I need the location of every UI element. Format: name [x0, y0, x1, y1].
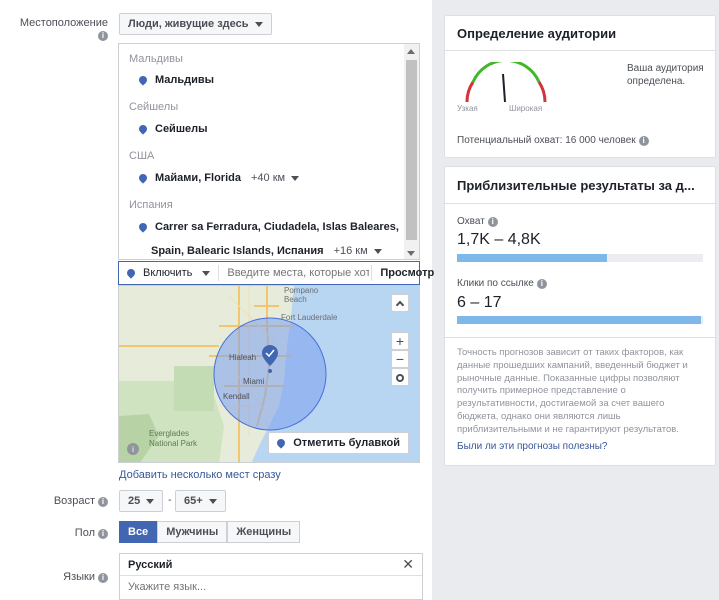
card-title: Приблизительные результаты за д... — [457, 178, 695, 193]
potential-reach: Потенциальный охват: 16 000 человек i — [457, 135, 649, 146]
info-icon[interactable]: i — [98, 529, 108, 539]
location-list[interactable]: Мальдивы Мальдивы Сейшелы Сейшелы США Ма… — [118, 43, 420, 260]
browse-button[interactable]: Просмотр — [371, 265, 434, 281]
zoom-in-button[interactable]: + — [391, 332, 409, 350]
info-icon[interactable]: i — [536, 279, 547, 289]
location-search-input[interactable] — [225, 266, 372, 280]
age-separator: - — [168, 494, 172, 506]
include-dropdown[interactable]: Включить — [119, 265, 220, 281]
reach-value: 1,7K – 4,8K — [457, 231, 541, 248]
gender-selector: Все Мужчины Женщины — [119, 521, 301, 543]
location-type-dropdown[interactable]: Люди, живущие здесь — [119, 13, 272, 35]
map-label: National Park — [149, 439, 198, 448]
svg-text:i: i — [132, 445, 134, 454]
age-label: Возраст i — [8, 495, 108, 507]
map-pin-icon — [125, 267, 137, 279]
country-header: США — [129, 150, 155, 162]
map-pin-icon — [137, 123, 149, 135]
audience-status: Ваша аудитория определена. — [627, 63, 704, 87]
location-item[interactable]: Сейшелы — [137, 123, 208, 135]
map-collapse-button[interactable] — [391, 294, 409, 312]
clicks-label: Клики по ссылке i — [457, 278, 547, 289]
chevron-down-icon — [291, 175, 300, 181]
add-bulk-locations-link[interactable]: Добавить несколько мест сразу — [119, 469, 281, 481]
map[interactable]: i Pompano Beach Fort Lauderdale Hialeah … — [118, 285, 420, 463]
map-pin-icon — [275, 437, 287, 449]
disclaimer-text: Точность прогнозов зависит от таких факт… — [457, 347, 688, 435]
map-pin-icon — [137, 221, 149, 233]
scrollbar[interactable] — [404, 44, 419, 259]
map-label: Hialeah — [229, 353, 257, 362]
age-to-dropdown[interactable]: 65+ — [175, 490, 226, 512]
scroll-down-arrow[interactable] — [407, 251, 415, 256]
card-title: Определение аудитории — [457, 26, 617, 41]
location-type-value: Люди, живущие здесь — [128, 18, 249, 30]
scroll-up-arrow[interactable] — [407, 49, 415, 54]
gender-option-male[interactable]: Мужчины — [157, 521, 228, 543]
gender-option-all[interactable]: Все — [119, 521, 158, 543]
location-search-row: Включить Просмотр — [118, 261, 434, 285]
gender-label: Пол i — [8, 527, 108, 539]
crosshair-icon — [396, 374, 404, 382]
map-label: Fort Lauderdale — [281, 313, 338, 322]
reach-bar — [457, 254, 703, 262]
locate-button[interactable] — [391, 368, 409, 386]
location-item[interactable]: Майами, Florida +40 км — [137, 172, 300, 184]
info-icon[interactable]: i — [98, 31, 108, 41]
location-item-continued[interactable]: Spain, Balearic Islands, Испания +16 км — [151, 245, 382, 257]
reach-label: Охват i — [457, 216, 498, 227]
info-icon[interactable]: i — [638, 136, 649, 146]
location-item[interactable]: Мальдивы — [137, 74, 214, 86]
drop-pin-button[interactable]: Отметить булавкой — [268, 432, 409, 454]
audience-definition-card: Определение аудитории Узкая Широкая Ваша… — [444, 15, 716, 158]
chevron-up-icon — [395, 300, 405, 310]
remove-language-icon[interactable]: ✕ — [402, 556, 414, 573]
chevron-down-icon — [254, 21, 263, 27]
map-label: Pompano — [284, 286, 319, 295]
languages-box: Русский ✕ — [119, 553, 423, 600]
language-chip: Русский — [128, 559, 173, 571]
country-header: Сейшелы — [129, 101, 179, 113]
clicks-value: 6 – 17 — [457, 294, 502, 311]
languages-label: Языки i — [8, 571, 108, 583]
info-icon[interactable]: i — [98, 573, 108, 583]
info-icon[interactable]: i — [98, 497, 108, 507]
reach-bar-fill — [457, 254, 608, 262]
gauge-narrow-label: Узкая — [457, 104, 478, 113]
map-label: Kendall — [223, 392, 250, 401]
age-from-dropdown[interactable]: 25 — [119, 490, 164, 512]
gender-option-female[interactable]: Женщины — [227, 521, 301, 543]
map-label: Miami — [243, 377, 265, 386]
country-header: Испания — [129, 199, 173, 211]
map-pin-icon — [137, 74, 149, 86]
feedback-link[interactable]: Были ли эти прогнозы полезны? — [457, 441, 607, 452]
radius-dropdown[interactable]: +16 км — [334, 245, 382, 257]
chevron-down-icon — [373, 248, 382, 254]
gauge-wide-label: Широкая — [509, 104, 543, 113]
language-input[interactable] — [126, 580, 406, 594]
clicks-bar — [457, 316, 703, 324]
zoom-out-button[interactable]: − — [391, 350, 409, 368]
chevron-down-icon — [208, 498, 217, 504]
map-label: Beach — [284, 295, 307, 304]
radius-dropdown[interactable]: +40 км — [251, 172, 300, 184]
location-item[interactable]: Carrer sa Ferradura, Ciudadela, Islas Ba… — [137, 221, 399, 233]
map-label: Everglades — [149, 429, 190, 438]
map-pin-icon — [137, 172, 149, 184]
clicks-bar-fill — [457, 316, 701, 324]
info-icon[interactable]: i — [487, 217, 498, 227]
chevron-down-icon — [202, 270, 211, 276]
country-header: Мальдивы — [129, 53, 183, 65]
chevron-down-icon — [146, 498, 155, 504]
location-label: Местоположениеi — [19, 17, 108, 41]
estimated-results-card: Приблизительные результаты за д... Охват… — [444, 166, 716, 466]
scroll-thumb[interactable] — [406, 60, 417, 240]
